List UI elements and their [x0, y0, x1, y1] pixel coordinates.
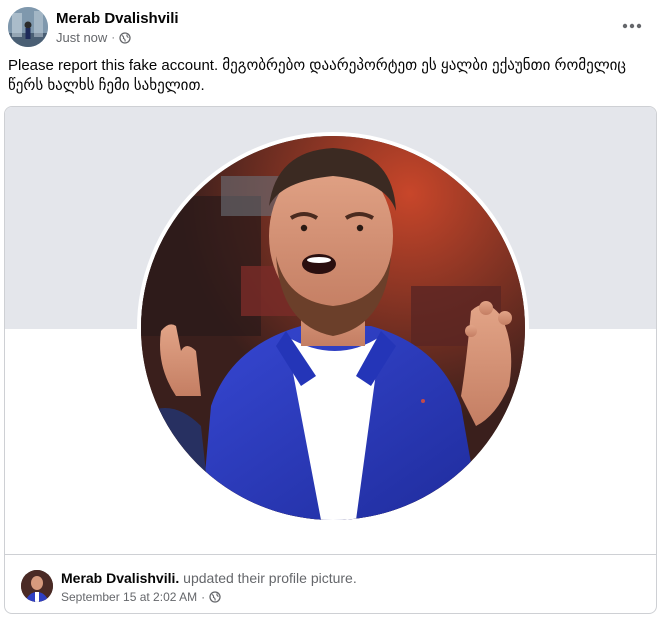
author-name[interactable]: Merab Dvalishvili [56, 10, 179, 27]
globe-icon[interactable] [119, 31, 131, 44]
shared-profile-picture-card[interactable]: Merab Dvalishvili. updated their profile… [4, 106, 657, 614]
more-options-button[interactable] [618, 12, 646, 40]
shared-activity-line: Merab Dvalishvili. updated their profile… [61, 570, 357, 586]
shared-author-name[interactable]: Merab Dvalishvili. [61, 570, 179, 586]
meta-separator: · [111, 31, 115, 44]
shared-meta-separator: · [201, 590, 206, 604]
shared-activity-text: updated their profile picture. [183, 570, 357, 586]
more-options-icon [622, 23, 642, 29]
card-divider [5, 554, 656, 555]
shared-timestamp[interactable]: September 15 at 2:02 AM [61, 590, 197, 604]
post-text: Please report this fake account. მეგობრე… [8, 57, 626, 94]
post-header: Merab Dvalishvili Just now · [8, 6, 650, 50]
profile-picture[interactable] [137, 132, 529, 524]
shared-meta: September 15 at 2:02 AM · [61, 590, 221, 604]
post-timestamp[interactable]: Just now [56, 30, 107, 45]
shared-author-avatar[interactable] [21, 570, 53, 602]
post-meta: Just now · [56, 30, 131, 45]
globe-icon[interactable] [209, 591, 221, 603]
author-avatar[interactable] [8, 7, 48, 47]
